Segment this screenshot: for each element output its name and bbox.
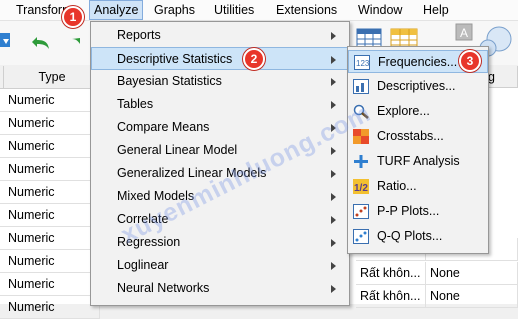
column-header-partial[interactable]: g (486, 66, 518, 88)
submenu-arrow-icon (331, 101, 336, 109)
table-row: Rất khôn... None (356, 262, 518, 285)
type-cell[interactable]: Numeric (4, 296, 100, 318)
type-cell[interactable]: Numeric (4, 273, 100, 295)
table-row: Numeric (0, 112, 100, 135)
redo-icon[interactable] (68, 33, 82, 51)
table-row: Numeric (0, 158, 100, 181)
menu-item-compare-means[interactable]: Compare Means (91, 116, 349, 139)
import-icon[interactable] (0, 31, 14, 51)
explore-icon (353, 104, 369, 119)
value-labels-icon[interactable]: A (455, 23, 473, 41)
menu-item-mixed-models[interactable]: Mixed Models (91, 185, 349, 208)
submenu-item-crosstabs[interactable]: Crosstabs... (348, 125, 488, 148)
type-cell[interactable]: Numeric (4, 112, 100, 134)
svg-text:A: A (460, 26, 468, 40)
type-cell[interactable]: Numeric (4, 227, 100, 249)
submenu-arrow-icon (331, 262, 336, 270)
type-cell[interactable]: Numeric (4, 135, 100, 157)
step-badge-3: 3 (459, 50, 481, 72)
submenu-arrow-icon (331, 124, 336, 132)
menu-item-bayesian-statistics[interactable]: Bayesian Statistics (91, 70, 349, 93)
submenu-item-pp-plots[interactable]: P-P Plots... (348, 200, 488, 223)
type-cell[interactable]: Numeric (4, 204, 100, 226)
missing-cell[interactable]: None (426, 262, 518, 284)
menu-graphs[interactable]: Graphs (150, 0, 199, 20)
turf-icon (353, 154, 369, 169)
menu-item-descriptive-statistics[interactable]: Descriptive Statistics (91, 47, 349, 70)
column-header-type[interactable]: Type (4, 66, 101, 89)
type-cell[interactable]: Numeric (4, 181, 100, 203)
submenu-arrow-icon (331, 147, 336, 155)
menu-window[interactable]: Window (354, 0, 406, 20)
table-row: Numeric (0, 89, 100, 112)
menu-item-regression[interactable]: Regression (91, 231, 349, 254)
svg-text:1/2: 1/2 (354, 183, 368, 194)
table-row: Numeric (0, 296, 100, 319)
menu-extensions[interactable]: Extensions (272, 0, 341, 20)
submenu-arrow-icon (331, 285, 336, 293)
submenu-arrow-icon (331, 56, 336, 64)
submenu-arrow-icon (331, 32, 336, 40)
submenu-arrow-icon (331, 216, 336, 224)
table-row: Numeric (0, 227, 100, 250)
menu-item-correlate[interactable]: Correlate (91, 208, 349, 231)
label-cell[interactable]: Rất khôn... (356, 262, 426, 284)
undo-icon[interactable] (31, 33, 53, 51)
frequencies-icon: 123 (354, 55, 370, 70)
descriptive-statistics-submenu: 123 Frequencies... Descriptives... Explo… (347, 46, 489, 254)
submenu-arrow-icon (331, 193, 336, 201)
descriptives-icon (353, 79, 369, 94)
menu-help[interactable]: Help (419, 0, 453, 20)
type-cell[interactable]: Numeric (4, 158, 100, 180)
menu-analyze[interactable]: Analyze (89, 0, 144, 20)
step-badge-1: 1 (62, 6, 84, 28)
analyze-menu: Reports Descriptive Statistics Bayesian … (90, 21, 350, 306)
submenu-arrow-icon (331, 78, 336, 86)
menu-utilities[interactable]: Utilities (210, 0, 258, 20)
pp-plot-icon (353, 204, 369, 219)
svg-text:123: 123 (356, 59, 370, 68)
menu-item-general-linear-model[interactable]: General Linear Model (91, 139, 349, 162)
table-row: Numeric (0, 250, 100, 273)
submenu-item-explore[interactable]: Explore... (348, 100, 488, 123)
crosstabs-icon (353, 129, 369, 144)
table-row: Numeric (0, 204, 100, 227)
step-badge-2: 2 (243, 48, 265, 70)
table-row: Numeric (0, 135, 100, 158)
table-row: Numeric (0, 181, 100, 204)
menu-item-reports[interactable]: Reports (91, 24, 349, 47)
submenu-arrow-icon (331, 170, 336, 178)
submenu-item-descriptives[interactable]: Descriptives... (348, 75, 488, 98)
qq-plot-icon (353, 229, 369, 244)
type-cell[interactable]: Numeric (4, 89, 100, 111)
submenu-item-ratio[interactable]: 1/2 Ratio... (348, 175, 488, 198)
table-row: Rất khôn... None (356, 285, 518, 308)
menu-item-loglinear[interactable]: Loglinear (91, 254, 349, 277)
table-row: Numeric (0, 273, 100, 296)
ratio-icon: 1/2 (353, 179, 369, 194)
menu-item-generalized-linear-models[interactable]: Generalized Linear Models (91, 162, 349, 185)
submenu-item-turf-analysis[interactable]: TURF Analysis (348, 150, 488, 173)
submenu-arrow-icon (331, 239, 336, 247)
submenu-item-qq-plots[interactable]: Q-Q Plots... (348, 225, 488, 248)
menu-item-neural-networks[interactable]: Neural Networks (91, 277, 349, 300)
menu-item-tables[interactable]: Tables (91, 93, 349, 116)
type-cell[interactable]: Numeric (4, 250, 100, 272)
